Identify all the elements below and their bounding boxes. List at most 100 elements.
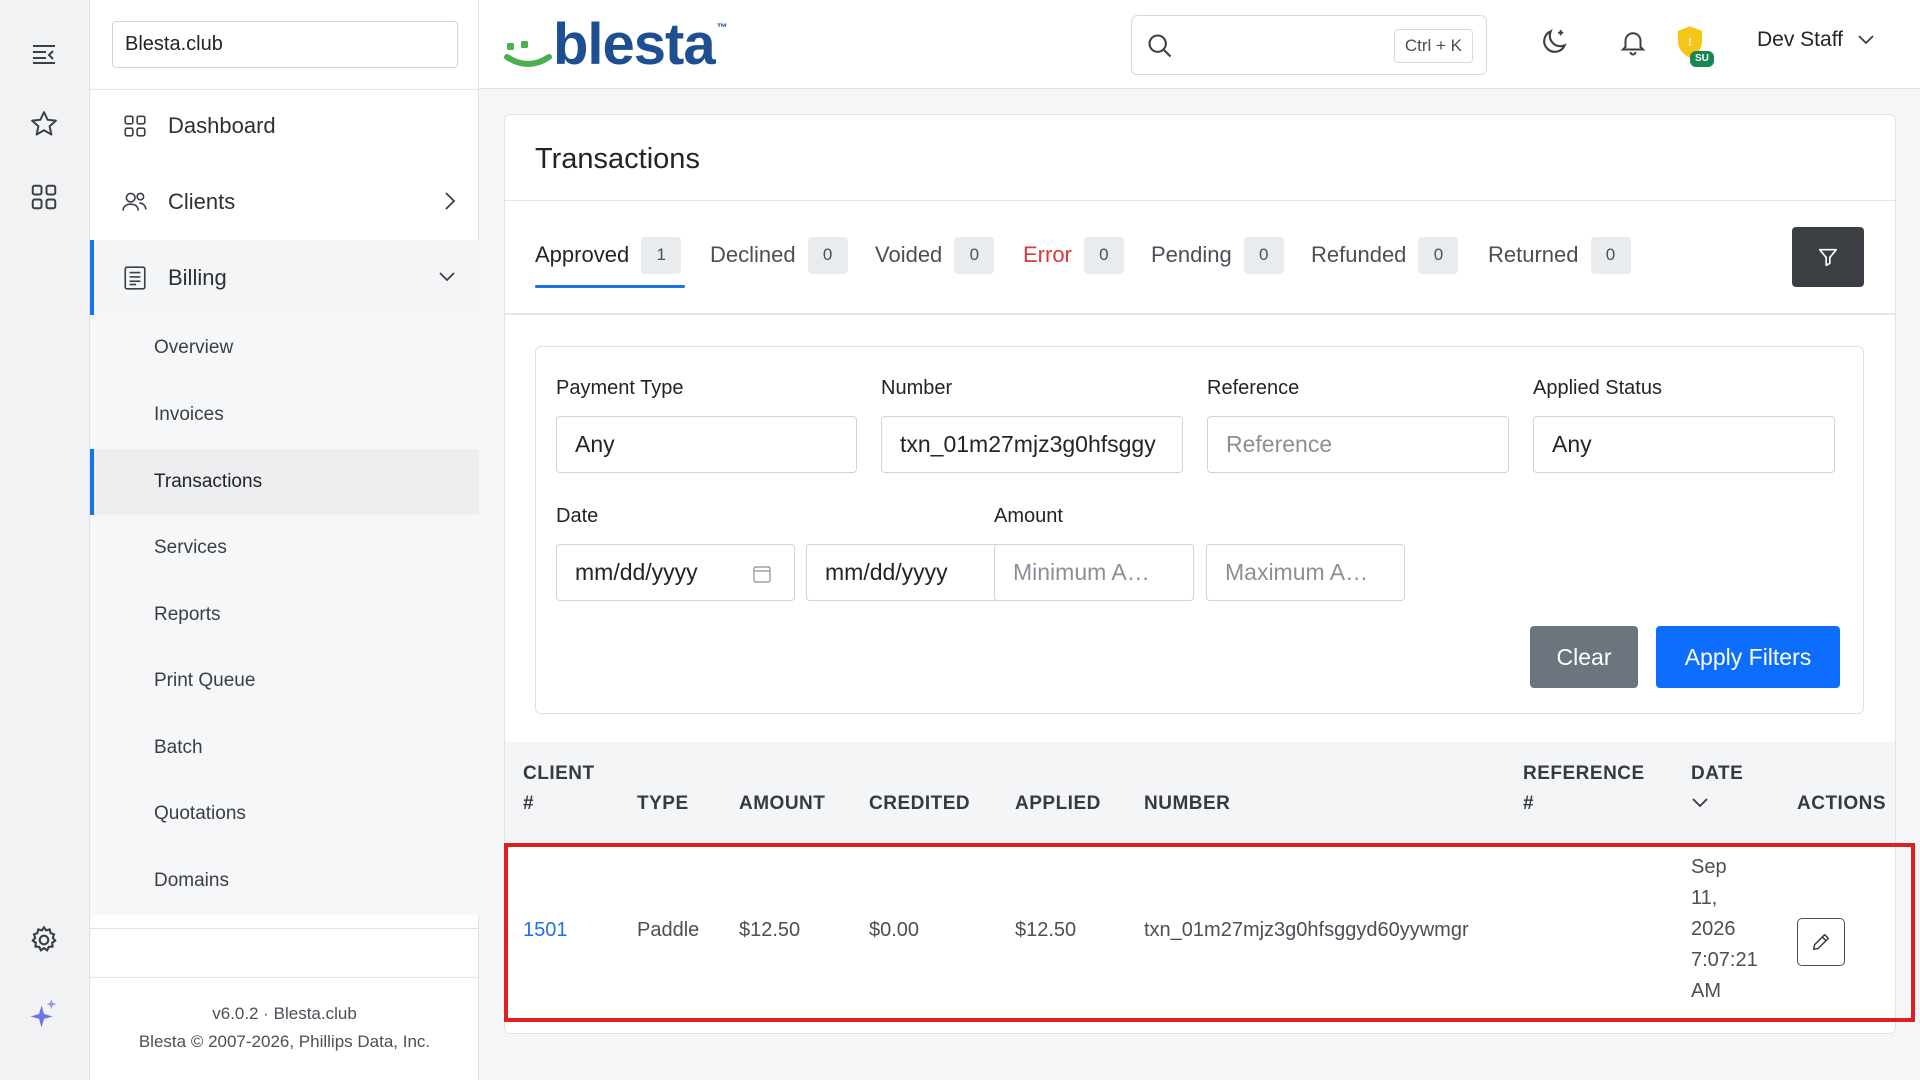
date-to-placeholder: mm/dd/yyyy	[825, 559, 948, 585]
svg-text:!: !	[1688, 37, 1692, 49]
card-divider	[505, 200, 1895, 201]
col-reference-line1: REFERENCE	[1523, 763, 1645, 784]
tab-label: Approved	[535, 242, 630, 267]
tab-voided[interactable]: Voided 0	[875, 227, 995, 283]
col-date[interactable]: DATE	[1691, 759, 1743, 809]
receipt-icon	[120, 263, 150, 293]
col-applied[interactable]: APPLIED	[1015, 789, 1101, 819]
users-icon	[120, 187, 150, 217]
tab-label: Returned	[1488, 242, 1579, 267]
sidebar-item-print-queue[interactable]: Print Queue	[90, 648, 479, 714]
filters-panel: Payment Type Any Number txn_01m27mjz3g0h…	[535, 346, 1864, 714]
sidebar-item-batch[interactable]: Batch	[90, 715, 479, 781]
cell-applied: $12.50	[1015, 919, 1077, 941]
col-reference-line2: #	[1523, 793, 1535, 814]
col-actions: ACTIONS	[1797, 793, 1886, 814]
company-name: Blesta.club	[125, 33, 223, 55]
cell-amount: $12.50	[739, 919, 801, 941]
user-menu[interactable]: Dev Staff	[1757, 28, 1875, 52]
search-icon	[1146, 32, 1174, 60]
payment-type-select[interactable]: Any	[556, 416, 857, 473]
tab-count-badge: 0	[1418, 236, 1459, 274]
col-reference[interactable]: REFERENCE #	[1523, 759, 1645, 819]
amount-min-input[interactable]	[994, 544, 1194, 601]
calendar-icon[interactable]	[752, 564, 772, 584]
tab-error[interactable]: Error 0	[1023, 227, 1124, 283]
col-type[interactable]: TYPE	[637, 789, 689, 819]
col-credited[interactable]: CREDITED	[869, 789, 970, 819]
sidebar-item-quotations[interactable]: Quotations	[90, 781, 479, 847]
chevron-down-icon	[437, 270, 457, 284]
sidebar-item-overview[interactable]: Overview	[90, 315, 479, 381]
col-date-label: DATE	[1691, 763, 1744, 784]
filter-funnel-icon	[1817, 246, 1839, 268]
dark-mode-moon-icon[interactable]	[1536, 24, 1572, 60]
sidebar-subitem-label: Overview	[154, 337, 234, 358]
tab-refunded[interactable]: Refunded 0	[1311, 227, 1459, 283]
tab-label: Refunded	[1311, 242, 1407, 267]
col-number[interactable]: NUMBER	[1144, 789, 1230, 819]
table-header: CLIENT # TYPE AMOUNT CREDITED APPLIED NU…	[505, 742, 1895, 842]
sidebar-subitem-label: Print Queue	[154, 670, 256, 691]
star-icon[interactable]	[26, 106, 62, 142]
sidebar-subitem-label: Quotations	[154, 803, 246, 824]
sort-desc-chevron-icon	[1691, 789, 1743, 809]
tab-pending[interactable]: Pending 0	[1151, 227, 1284, 283]
cell-type: Paddle	[637, 919, 700, 941]
global-search[interactable]: Ctrl + K	[1131, 15, 1487, 75]
copyright-text: Blesta © 2007-2026, Phillips Data, Inc.	[138, 1032, 431, 1051]
date-line: 2026	[1691, 918, 1736, 940]
user-name: Dev Staff	[1757, 28, 1843, 51]
cell-client[interactable]: 1501	[523, 915, 568, 946]
sidebar-item-billing[interactable]: Billing	[90, 240, 479, 316]
date-to-input[interactable]: mm/dd/yyyy	[806, 544, 1006, 601]
reference-input[interactable]	[1207, 416, 1509, 473]
sidebar-item-services[interactable]: Services	[90, 515, 479, 581]
settings-gear-icon[interactable]	[26, 922, 62, 958]
chevron-down-icon	[1857, 34, 1875, 46]
sidebar-subitem-label: Reports	[154, 604, 221, 625]
logo-text: blesta	[553, 12, 716, 77]
sidebar-item-dashboard[interactable]: Dashboard	[90, 88, 479, 164]
payment-type-value: Any	[575, 431, 615, 457]
sidebar-subitem-label: Transactions	[154, 471, 263, 492]
page-title: Transactions	[535, 143, 700, 175]
apps-grid-icon[interactable]	[26, 179, 62, 215]
sidebar-item-domains[interactable]: Domains	[90, 848, 479, 914]
tab-count-badge: 0	[1243, 236, 1284, 274]
client-link[interactable]: 1501	[523, 919, 568, 941]
tab-count-badge: 0	[1590, 236, 1631, 274]
col-client[interactable]: CLIENT #	[523, 759, 595, 819]
date-line: Sep	[1691, 856, 1727, 878]
amount-max-input[interactable]	[1206, 544, 1405, 601]
sidebar-item-clients[interactable]: Clients	[90, 164, 479, 240]
sidebar-item-invoices[interactable]: Invoices	[90, 382, 479, 448]
edit-transaction-button[interactable]	[1797, 918, 1845, 966]
tabs-divider	[505, 313, 1895, 315]
blesta-logo[interactable]: blesta ™	[503, 16, 728, 74]
sidebar-subitem-label: Batch	[154, 737, 203, 758]
tab-count-badge: 0	[807, 236, 848, 274]
tab-approved[interactable]: Approved 1	[535, 227, 682, 283]
apply-filters-button[interactable]: Apply Filters	[1656, 626, 1840, 688]
tab-returned[interactable]: Returned 0	[1488, 227, 1631, 283]
sidebar-item-label: Dashboard	[168, 113, 276, 138]
billing-submenu: Overview Invoices Transactions Services …	[90, 315, 479, 915]
sidebar-item-reports[interactable]: Reports	[90, 582, 479, 648]
date-from-input[interactable]: mm/dd/yyyy	[556, 544, 795, 601]
date-line: AM	[1691, 980, 1721, 1002]
col-amount[interactable]: AMOUNT	[739, 789, 825, 819]
applied-status-select[interactable]: Any	[1533, 416, 1835, 473]
sparkle-ai-icon[interactable]	[26, 996, 62, 1032]
collapse-menu-icon[interactable]	[26, 36, 62, 72]
sidebar-item-transactions[interactable]: Transactions	[90, 449, 479, 515]
notifications-bell-icon[interactable]	[1615, 24, 1651, 60]
clear-button[interactable]: Clear	[1530, 626, 1638, 688]
search-input[interactable]	[1182, 24, 1382, 66]
number-input[interactable]: txn_01m27mjz3g0hfsggy	[881, 416, 1183, 473]
number-value: txn_01m27mjz3g0hfsggy	[900, 431, 1156, 457]
filter-toggle-button[interactable]	[1792, 227, 1864, 287]
tab-declined[interactable]: Declined 0	[710, 227, 848, 283]
company-selector[interactable]: Blesta.club	[112, 21, 458, 68]
tab-label: Voided	[875, 242, 943, 267]
